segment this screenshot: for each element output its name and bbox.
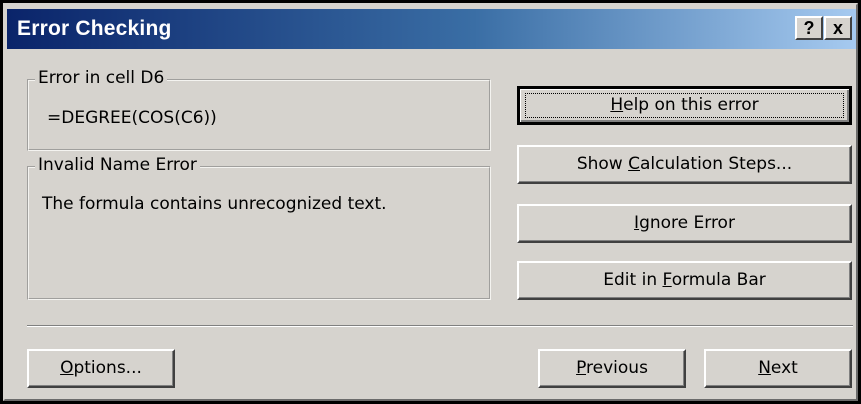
error-formula: =DEGREE(COS(C6)) <box>47 108 217 128</box>
error-cell-label: Error in cell D6 <box>35 68 168 88</box>
edit-in-formula-bar-button[interactable]: Edit in Formula Bar <box>517 261 852 300</box>
question-icon: ? <box>803 18 815 38</box>
error-cell-group: Error in cell D6 =DEGREE(COS(C6)) <box>27 68 491 151</box>
title-bar[interactable]: Error Checking ? x <box>7 9 856 49</box>
close-button[interactable]: x <box>824 16 852 40</box>
previous-button[interactable]: Previous <box>538 349 686 388</box>
close-icon: x <box>832 18 843 38</box>
focus-rectangle <box>525 93 844 118</box>
help-question-button[interactable]: ? <box>795 16 823 40</box>
error-checking-dialog: Error Checking ? x Error in cell D6 =DEG… <box>0 0 861 404</box>
error-type-group: Invalid Name Error The formula contains … <box>27 155 491 300</box>
show-calculation-steps-button[interactable]: Show Calculation Steps... <box>517 145 852 184</box>
options-button[interactable]: Options... <box>27 349 175 388</box>
help-on-error-button[interactable]: Help on this error <box>517 86 852 125</box>
error-type-label: Invalid Name Error <box>35 155 200 175</box>
error-description: The formula contains unrecognized text. <box>42 194 387 214</box>
next-button[interactable]: Next <box>704 349 852 388</box>
ignore-error-button[interactable]: Ignore Error <box>517 204 852 243</box>
dialog-title: Error Checking <box>17 17 172 40</box>
separator-line <box>27 325 853 327</box>
